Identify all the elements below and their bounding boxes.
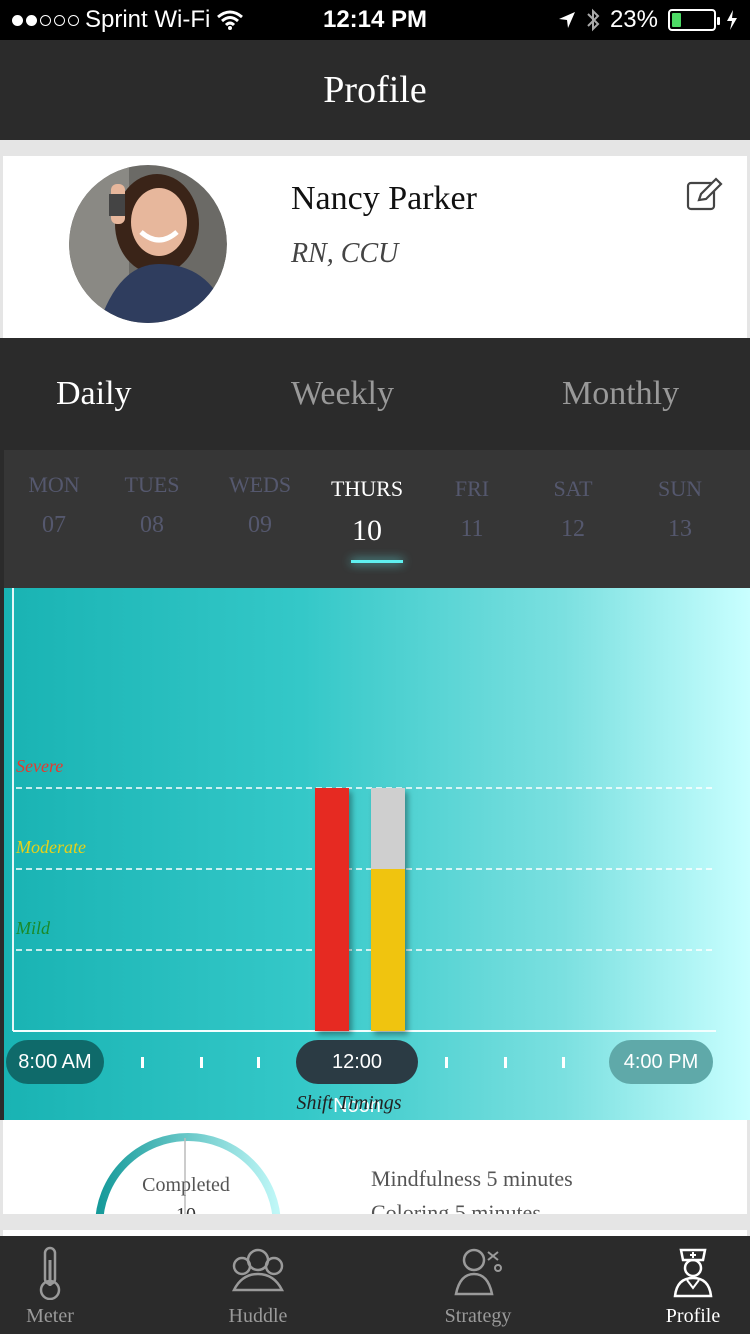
day-date: 13 [668, 516, 692, 542]
x-tick [445, 1057, 448, 1068]
day-fri[interactable]: FRI 11 [422, 476, 522, 543]
tab-daily[interactable]: Daily [56, 338, 132, 450]
bar-severe [315, 788, 349, 1031]
activity-item: Mindfulness 5 minutes [371, 1166, 573, 1191]
day-mon[interactable]: MON 07 [4, 472, 104, 539]
time-start-label: 8:00 AM [6, 1040, 104, 1084]
profile-name: Nancy Parker [291, 180, 477, 217]
level-label-mild: Mild [15, 918, 51, 938]
battery-icon [668, 9, 720, 31]
day-thurs[interactable]: THURS 10 [317, 476, 417, 548]
day-tues[interactable]: TUES 08 [102, 472, 202, 539]
summary-panel: Completed 10 Mindfulness 5 minutes Color… [0, 1120, 750, 1236]
tab-label: Strategy [444, 1305, 512, 1327]
nav-bar: Profile [0, 40, 750, 140]
day-name: SUN [657, 476, 702, 501]
tab-label: Meter [26, 1305, 74, 1327]
tab-label: Huddle [228, 1305, 288, 1327]
location-arrow-icon [558, 12, 575, 28]
tab-weekly[interactable]: Weekly [291, 338, 394, 450]
selected-day-indicator [351, 560, 403, 563]
tab-huddle[interactable]: Huddle [203, 1246, 313, 1328]
tab-label: Profile [665, 1305, 721, 1327]
stress-chart: Severe Moderate Mild 8:00 AM 12:00 Noon 4:… [4, 588, 750, 1120]
x-tick [141, 1057, 144, 1068]
bar-moderate [371, 869, 405, 1031]
x-tick [257, 1057, 260, 1068]
bluetooth-icon [587, 8, 600, 32]
time-end-label: 4:00 PM [609, 1040, 713, 1084]
day-date: 07 [42, 512, 66, 538]
x-tick [200, 1057, 203, 1068]
x-axis-title: Shift Timings [296, 1092, 402, 1114]
x-tick [562, 1057, 565, 1068]
day-weds[interactable]: WEDS 09 [210, 472, 310, 539]
level-label-moderate: Moderate [15, 837, 86, 857]
day-name: TUES [124, 472, 180, 497]
day-date: 08 [140, 512, 164, 538]
thermometer-icon [39, 1246, 61, 1301]
edit-icon[interactable] [685, 176, 723, 214]
level-label-severe: Severe [16, 756, 63, 776]
day-name: THURS [330, 476, 404, 501]
day-name: WEDS [228, 472, 292, 497]
day-date: 11 [460, 516, 484, 542]
day-date: 12 [561, 516, 585, 542]
tab-profile[interactable]: Profile [638, 1246, 748, 1328]
day-date: 09 [248, 512, 272, 538]
gauge-label: Completed [142, 1174, 230, 1196]
page-title: Profile [323, 69, 427, 111]
day-sun[interactable]: SUN 13 [630, 476, 730, 543]
nurse-icon [673, 1248, 713, 1298]
time-mid-label: 12:00 Noon [296, 1040, 418, 1117]
tab-monthly[interactable]: Monthly [562, 338, 679, 450]
group-icon [231, 1248, 285, 1292]
day-name: FRI [454, 476, 490, 501]
profile-card: Nancy Parker RN, CCU [0, 140, 750, 338]
tab-strategy[interactable]: Strategy [423, 1246, 533, 1328]
day-sat[interactable]: SAT 12 [523, 476, 623, 543]
divider [3, 1214, 747, 1230]
status-bar: Sprint Wi-Fi 12:14 PM 23% [0, 0, 750, 40]
profile-role: RN, CCU [291, 238, 399, 269]
bottom-tab-bar: Meter Huddle Strategy Profile [0, 1236, 750, 1334]
x-tick [504, 1057, 507, 1068]
day-date: 10 [352, 514, 382, 547]
strategy-icon [454, 1248, 502, 1296]
day-name: SAT [553, 476, 593, 501]
battery-percent: 23% [609, 6, 658, 33]
avatar[interactable] [69, 164, 227, 324]
day-name: MON [28, 472, 80, 497]
tab-meter[interactable]: Meter [0, 1246, 105, 1328]
day-selector: MON 07 TUES 08 WEDS 09 THURS 10 FRI 11 SAT 12 … [4, 450, 750, 588]
charging-icon [727, 10, 737, 30]
period-tabs: Daily Weekly Monthly [4, 338, 750, 450]
